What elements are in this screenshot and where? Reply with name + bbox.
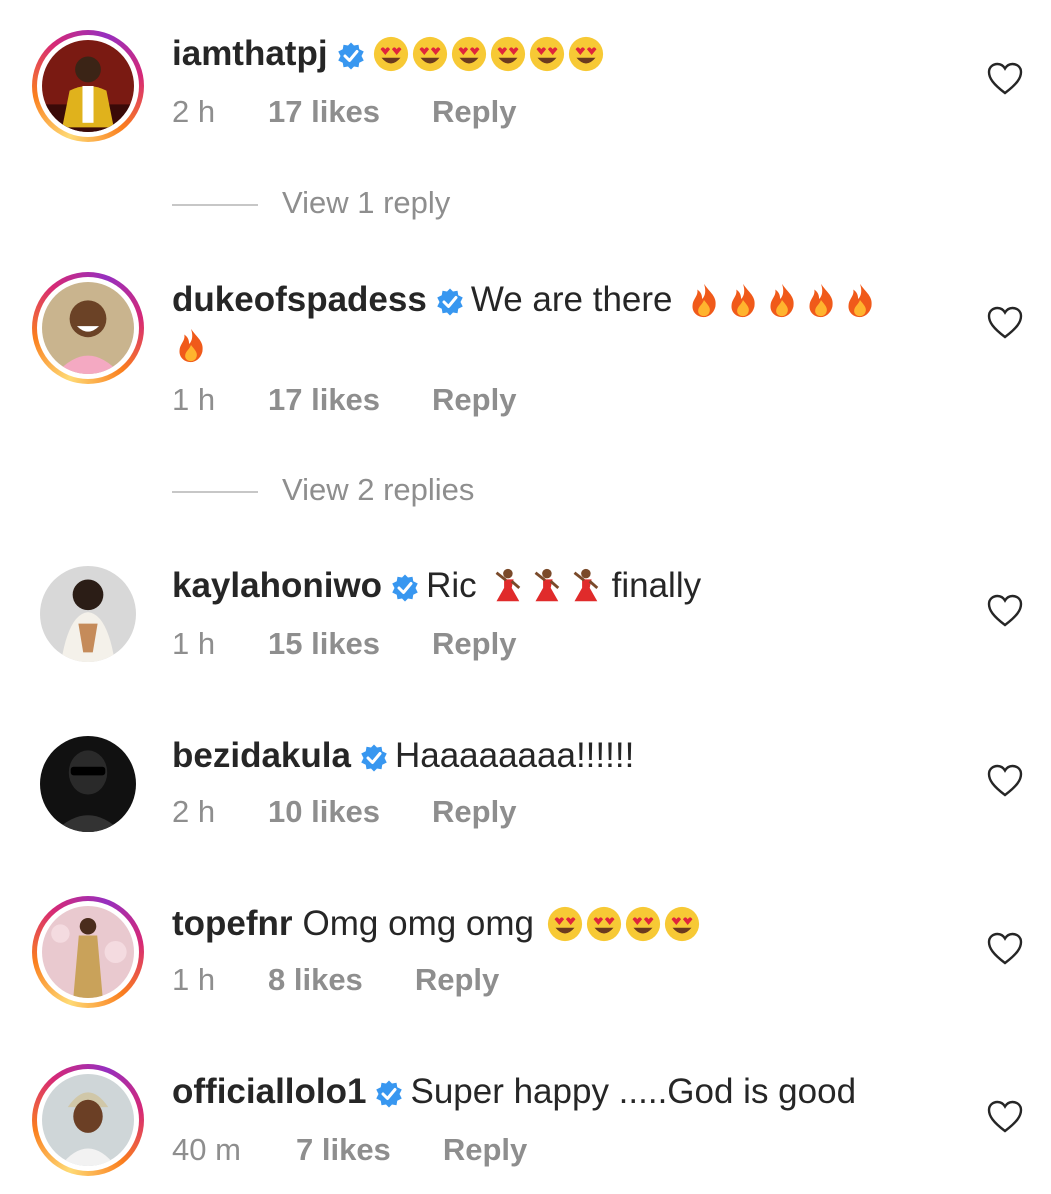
fire-emoji-icon (802, 281, 840, 319)
comment-text: Ric (426, 566, 477, 605)
dancer-emoji-icon (565, 567, 603, 605)
verified-badge-icon (374, 1079, 404, 1109)
like-count[interactable]: 17 likes (268, 94, 380, 130)
avatar-story-ring[interactable] (32, 896, 144, 1008)
verified-badge-icon (390, 573, 420, 603)
comment-item: kaylahoniwo Ric finally 1 h 15 likes Reply (0, 558, 1051, 668)
avatar (42, 906, 134, 998)
comment-meta: 1 h 17 likes Reply (172, 382, 516, 418)
username[interactable]: kaylahoniwo (172, 566, 382, 605)
username[interactable]: topefnr (172, 904, 293, 943)
emoji-row (487, 567, 604, 615)
comment-item: dukeofspadess We are there 1 h 17 likes Rep… (0, 272, 1051, 417)
view-replies-label: View 1 reply (282, 185, 451, 220)
like-count[interactable]: 15 likes (268, 626, 380, 662)
avatar (42, 1074, 134, 1166)
comment-time: 40 m (172, 1132, 241, 1167)
verified-badge-icon (435, 287, 465, 317)
avatar-wrap[interactable] (32, 558, 144, 670)
username[interactable]: iamthatpj (172, 34, 328, 73)
heart-eyes-emoji-icon (663, 905, 701, 943)
like-count[interactable]: 7 likes (296, 1132, 391, 1168)
heart-outline-icon[interactable] (987, 62, 1023, 96)
emoji-row (685, 281, 880, 329)
avatar (42, 282, 134, 374)
divider (172, 490, 258, 493)
reply-button[interactable]: Reply (415, 962, 499, 998)
reply-button[interactable]: Reply (443, 1132, 527, 1168)
avatar (40, 566, 136, 662)
comment-text: Super happy .....God is good (410, 1072, 857, 1111)
comment-item: topefnr Omg omg omg 1 h 8 likes Reply (0, 896, 1051, 1008)
heart-outline-icon[interactable] (987, 932, 1023, 966)
comment-text: We are there (470, 280, 673, 319)
like-count[interactable]: 8 likes (268, 962, 363, 998)
comment-text-after: finally (611, 566, 702, 605)
comment-meta: 2 h 10 likes Reply (172, 794, 516, 830)
dancer-emoji-icon (487, 567, 525, 605)
comment-text: Haaaaaaaa!!!!!! (394, 736, 635, 775)
fire-emoji-icon (841, 281, 879, 319)
emoji-row (372, 35, 606, 83)
comment-time: 2 h (172, 794, 216, 829)
heart-eyes-emoji-icon (372, 35, 410, 73)
verified-badge-icon (359, 743, 389, 773)
reply-button[interactable]: Reply (432, 94, 516, 130)
reply-button[interactable]: Reply (432, 626, 516, 662)
comment-item: bezidakula Haaaaaaaa!!!!!! 2 h 10 likes Rep… (0, 728, 1051, 838)
username[interactable]: officiallolo1 (172, 1072, 366, 1111)
comment-item: iamthatpj 2 h 17 likes Reply (0, 30, 1051, 150)
avatar-wrap[interactable] (32, 728, 144, 840)
comment-meta: 40 m 7 likes Reply (172, 1132, 527, 1168)
fire-emoji-icon (763, 281, 801, 319)
heart-outline-icon[interactable] (987, 764, 1023, 798)
fire-emoji-icon (172, 326, 210, 364)
comment-meta: 2 h 17 likes Reply (172, 94, 516, 130)
heart-eyes-emoji-icon (528, 35, 566, 73)
fire-emoji-icon (685, 281, 723, 319)
like-count[interactable]: 17 likes (268, 382, 380, 418)
heart-eyes-emoji-icon (411, 35, 449, 73)
heart-eyes-emoji-icon (624, 905, 662, 943)
avatar-story-ring[interactable] (32, 272, 144, 384)
view-replies-label: View 2 replies (282, 472, 475, 507)
heart-eyes-emoji-icon (546, 905, 584, 943)
heart-eyes-emoji-icon (450, 35, 488, 73)
comment-time: 1 h (172, 382, 216, 417)
fire-emoji-icon (724, 281, 762, 319)
heart-outline-icon[interactable] (987, 306, 1023, 340)
verified-badge-icon (336, 41, 366, 71)
like-count[interactable]: 10 likes (268, 794, 380, 830)
emoji-row (546, 905, 702, 953)
avatar-story-ring[interactable] (32, 1064, 144, 1176)
comment-text: Omg omg omg (302, 904, 535, 943)
heart-eyes-emoji-icon (567, 35, 605, 73)
heart-outline-icon[interactable] (987, 1100, 1023, 1134)
avatar (40, 736, 136, 832)
comment-meta: 1 h 15 likes Reply (172, 626, 516, 662)
heart-outline-icon[interactable] (987, 594, 1023, 628)
emoji-row-continued (172, 326, 211, 374)
reply-button[interactable]: Reply (432, 794, 516, 830)
divider (172, 203, 258, 206)
dancer-emoji-icon (526, 567, 564, 605)
view-replies-button[interactable]: View 1 reply (172, 185, 450, 221)
comment-item: officiallolo1 Super happy .....God is goo… (0, 1064, 1051, 1184)
reply-button[interactable]: Reply (432, 382, 516, 418)
username[interactable]: bezidakula (172, 736, 351, 775)
comment-time: 1 h (172, 626, 216, 661)
comment-time: 2 h (172, 94, 216, 129)
avatar (42, 40, 134, 132)
avatar-story-ring[interactable] (32, 30, 144, 142)
comment-time: 1 h (172, 962, 216, 997)
heart-eyes-emoji-icon (489, 35, 527, 73)
username[interactable]: dukeofspadess (172, 280, 427, 319)
comment-meta: 1 h 8 likes Reply (172, 962, 499, 998)
view-replies-button[interactable]: View 2 replies (172, 472, 474, 508)
heart-eyes-emoji-icon (585, 905, 623, 943)
